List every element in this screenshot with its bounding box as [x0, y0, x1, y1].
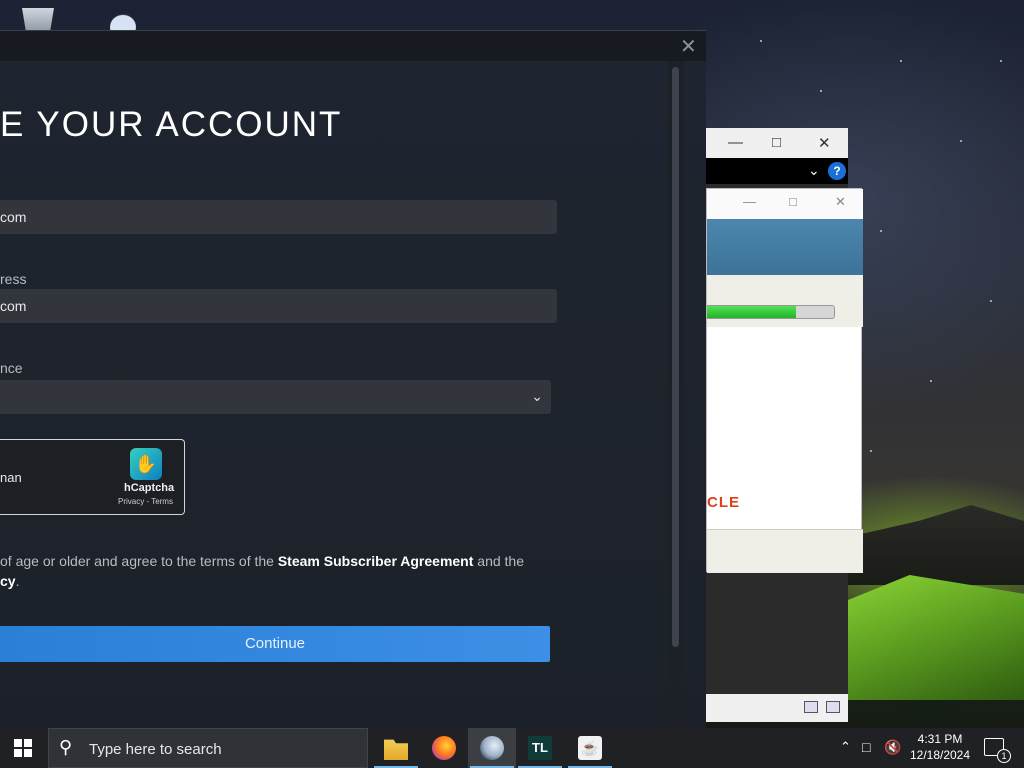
confirm-email-field[interactable]: com	[0, 289, 557, 323]
taskbar-clock[interactable]: 4:31 PM 12/18/2024	[906, 731, 974, 763]
continue-button[interactable]: Continue	[0, 626, 550, 662]
close-icon[interactable]: ✕	[835, 194, 846, 210]
installer-titlebar: — □ ✕	[706, 128, 848, 158]
minimize-icon[interactable]: —	[743, 194, 756, 209]
installer-dialog-titlebar: — □ ✕	[707, 189, 863, 219]
chevron-down-icon[interactable]: ⌄	[808, 162, 820, 179]
folder-icon	[384, 739, 408, 760]
tl-launcher-icon: TL	[528, 736, 552, 760]
install-progress-bar	[707, 305, 835, 319]
captcha-checkbox-label[interactable]: nan	[0, 470, 22, 485]
notification-count-badge: 1	[997, 749, 1011, 763]
maximize-icon[interactable]: □	[772, 134, 781, 151]
steam-create-account-window: ✕ E YOUR ACCOUNT com ress com nce ⌄ nan …	[0, 30, 706, 729]
taskbar-java[interactable]: ☕	[566, 728, 614, 768]
hcaptcha-logo-icon: ✋	[130, 448, 162, 480]
chevron-down-icon: ⌄	[531, 388, 543, 404]
search-placeholder: Type here to search	[89, 741, 222, 758]
notification-center-icon[interactable]: 1	[984, 738, 1011, 763]
network-icon[interactable]: □	[862, 739, 870, 768]
steam-window-titlebar: ✕	[0, 31, 706, 61]
installer-dialog: — □ ✕ CLE	[706, 188, 863, 573]
windows-start-icon[interactable]	[14, 739, 32, 757]
clock-time: 4:31 PM	[917, 732, 963, 746]
taskbar-steam[interactable]	[468, 728, 516, 768]
taskbar: ⚲ Type here to search TL ☕ ⌃ □ 🔇 4:31 PM…	[0, 728, 1024, 768]
agreement-prefix: of age or older and agree to the terms o…	[0, 553, 278, 569]
show-hidden-icons-chevron[interactable]: ⌃	[840, 739, 851, 768]
email-field[interactable]: com	[0, 200, 557, 234]
agreement-suffix: and the	[473, 553, 525, 569]
installer-banner	[707, 219, 863, 275]
firefox-icon	[432, 736, 456, 760]
details-view-icon[interactable]	[826, 701, 840, 713]
clock-date: 12/18/2024	[909, 748, 971, 762]
mountain-silhouette	[848, 505, 1024, 585]
subscriber-agreement-link[interactable]: Steam Subscriber Agreement	[278, 553, 474, 569]
list-view-icon[interactable]	[804, 701, 818, 713]
taskbar-search-box[interactable]: ⚲ Type here to search	[48, 728, 368, 768]
minimize-icon[interactable]: —	[728, 134, 743, 151]
country-select[interactable]: ⌄	[0, 380, 551, 414]
volume-muted-icon[interactable]: 🔇	[884, 739, 901, 768]
help-icon[interactable]: ?	[828, 162, 846, 180]
scrollbar-thumb[interactable]	[672, 67, 679, 647]
taskbar-firefox[interactable]	[420, 728, 468, 768]
hcaptcha-widget[interactable]: nan ✋ hCaptcha Privacy - Terms	[0, 439, 185, 515]
confirm-email-label: ress	[0, 271, 27, 287]
close-icon[interactable]: ✕	[680, 34, 697, 59]
installer-statusbar	[706, 694, 848, 722]
tent-image	[848, 575, 1024, 700]
hcaptcha-brand: hCaptcha	[124, 482, 175, 494]
taskbar-file-explorer[interactable]	[372, 728, 420, 768]
country-label: nce	[0, 360, 23, 376]
agreement-end: .	[15, 573, 20, 589]
steam-icon	[480, 736, 504, 760]
privacy-policy-link[interactable]: cy	[0, 573, 16, 589]
installer-toolbar: ⌄ ?	[706, 158, 848, 184]
maximize-icon[interactable]: □	[789, 194, 797, 209]
java-icon: ☕	[578, 736, 602, 760]
close-icon[interactable]: ✕	[818, 134, 831, 152]
taskbar-tl-launcher[interactable]: TL	[516, 728, 564, 768]
installer-footer	[707, 529, 863, 573]
hcaptcha-privacy-terms-links[interactable]: Privacy - Terms	[118, 497, 173, 506]
page-title: E YOUR ACCOUNT	[0, 105, 343, 144]
oracle-logo-text: CLE	[707, 494, 740, 511]
progress-fill	[707, 306, 796, 318]
installer-progress-area	[707, 275, 863, 327]
search-icon: ⚲	[59, 737, 73, 757]
recycle-bin-icon[interactable]	[22, 8, 54, 32]
agreement-text: of age or older and agree to the terms o…	[0, 551, 560, 591]
